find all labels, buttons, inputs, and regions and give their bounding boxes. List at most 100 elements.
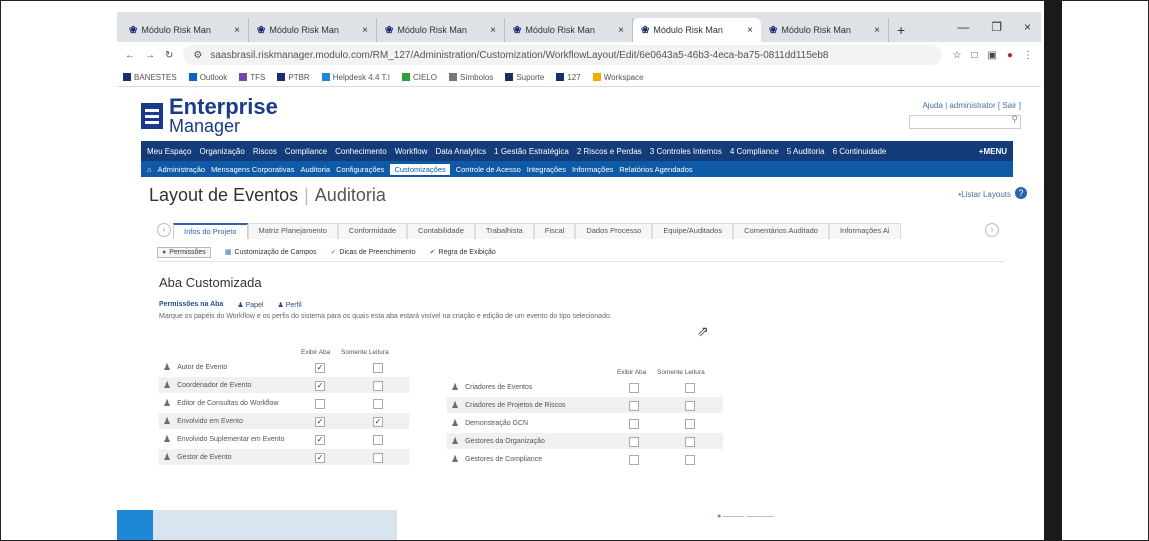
readonly-checkbox[interactable] — [685, 419, 695, 429]
subnav-item[interactable]: Auditoria — [300, 165, 330, 174]
search-input[interactable]: ⚲ — [909, 114, 1021, 129]
close-icon[interactable]: × — [618, 25, 624, 36]
bookmark[interactable]: Outlook — [188, 73, 227, 82]
readonly-checkbox[interactable] — [685, 437, 695, 447]
browser-tab[interactable]: ❀ Módulo Risk Man × — [505, 18, 633, 42]
readonly-checkbox[interactable] — [373, 381, 383, 391]
readonly-checkbox[interactable] — [373, 399, 383, 409]
exibir-checkbox[interactable] — [629, 419, 639, 429]
close-icon[interactable]: × — [362, 25, 368, 36]
help-icon[interactable]: ? — [1015, 187, 1027, 199]
tab-conformidade[interactable]: Conformidade — [337, 223, 408, 239]
menu-kebab-icon[interactable]: ⋮ — [1023, 50, 1033, 61]
list-layouts-link[interactable]: •Listar Layouts — [958, 190, 1011, 199]
close-window-icon[interactable]: × — [1024, 20, 1031, 34]
browser-tab[interactable]: ❀ Módulo Risk Man × — [761, 18, 889, 42]
nav-item[interactable]: 4 Compliance — [730, 147, 779, 156]
more-menu-button[interactable]: +MENU — [979, 147, 1013, 156]
exibir-checkbox[interactable] — [629, 401, 639, 411]
readonly-checkbox[interactable] — [685, 455, 695, 465]
exibir-checkbox[interactable]: ✓ — [315, 381, 325, 391]
enterprise-manager-logo[interactable]: Enterprise Manager — [141, 96, 278, 135]
exibir-checkbox[interactable] — [629, 383, 639, 393]
nav-item[interactable]: 3 Controles Internos — [650, 147, 722, 156]
tab-infos-projeto[interactable]: Infos do Projeto — [173, 223, 248, 239]
bookmark[interactable]: CIELO — [401, 73, 437, 82]
subnav-item[interactable]: Controle de Acesso — [456, 165, 521, 174]
star-icon[interactable]: ☆ — [952, 50, 961, 61]
search-icon[interactable]: ⚲ — [1011, 114, 1018, 125]
bookmark[interactable]: Workspace — [592, 73, 644, 82]
subnav-item[interactable]: Integrações — [527, 165, 566, 174]
fill-tips-button[interactable]: ✓ Dicas de Preenchimento — [331, 248, 416, 257]
help-logout-links[interactable]: Ajuda | administrator [ Sair ] — [922, 101, 1021, 110]
forward-icon[interactable]: → — [145, 50, 155, 61]
readonly-checkbox[interactable]: ✓ — [373, 417, 383, 427]
subnav-item[interactable]: Relatórios Agendados — [619, 165, 692, 174]
readonly-checkbox[interactable] — [685, 383, 695, 393]
close-icon[interactable]: × — [490, 25, 496, 36]
tab-contabilidade[interactable]: Contabilidade — [407, 223, 475, 239]
close-icon[interactable]: × — [234, 25, 240, 36]
close-icon[interactable]: × — [874, 25, 880, 36]
readonly-checkbox[interactable] — [373, 453, 383, 463]
subnav-item[interactable]: Informações — [572, 165, 613, 174]
minimize-icon[interactable]: — — [957, 20, 969, 34]
nav-item[interactable]: 2 Riscos e Perdas — [577, 147, 642, 156]
nav-item[interactable]: Data Analytics — [435, 147, 486, 156]
nav-item[interactable]: Compliance — [285, 147, 327, 156]
customize-fields-button[interactable]: ▦ Customização de Campos — [225, 248, 317, 257]
subnav-item[interactable]: Administração — [158, 165, 206, 174]
exibir-checkbox[interactable]: ✓ — [315, 453, 325, 463]
tab-dados-processo[interactable]: Dados Processo — [575, 223, 653, 239]
reload-icon[interactable]: ↻ — [165, 50, 173, 61]
browser-tab[interactable]: ❀ Módulo Risk Man × — [377, 18, 505, 42]
subnav-item[interactable]: Configurações — [336, 165, 384, 174]
nav-item[interactable]: 1 Gestão Estratégica — [494, 147, 569, 156]
nav-item[interactable]: Riscos — [253, 147, 277, 156]
subnav-item[interactable]: Mensagens Corporativas — [211, 165, 294, 174]
bookmark[interactable]: Helpdesk 4.4 T.I — [321, 73, 390, 82]
bookmark[interactable]: BANESTES — [123, 73, 177, 82]
browser-tab[interactable]: ❀ Módulo Risk Man × — [249, 18, 377, 42]
nav-item[interactable]: Conhecimento — [335, 147, 387, 156]
tab-informacoes[interactable]: Informações Ai — [828, 223, 901, 239]
readonly-checkbox[interactable] — [373, 435, 383, 445]
bookmark[interactable]: TFS — [239, 73, 265, 82]
bookmark[interactable]: Suporte — [505, 73, 544, 82]
url-field[interactable]: ⚙ saasbrasil.riskmanager.modulo.com/RM_1… — [183, 45, 943, 65]
exibir-checkbox[interactable] — [315, 399, 325, 409]
tab-matriz[interactable]: Matriz Planejamento — [247, 223, 338, 239]
tab-comentarios[interactable]: Comentários Auditado — [733, 223, 829, 239]
tab-fiscal[interactable]: Fiscal — [533, 223, 576, 239]
bookmark[interactable]: Símbolos — [448, 73, 493, 82]
exibir-checkbox[interactable] — [629, 455, 639, 465]
nav-item[interactable]: Organização — [199, 147, 244, 156]
nav-item[interactable]: Workflow — [395, 147, 428, 156]
readonly-checkbox[interactable] — [685, 401, 695, 411]
tab-equipe[interactable]: Equipe/Auditados — [652, 223, 734, 239]
tab-trabalhista[interactable]: Trabalhista — [474, 223, 534, 239]
extensions-icon[interactable]: □ — [971, 50, 977, 61]
nav-item[interactable]: 5 Auditoria — [787, 147, 825, 156]
permissions-button[interactable]: ● Permissões — [157, 246, 211, 258]
site-settings-icon[interactable]: ⚙ — [193, 50, 202, 61]
display-rule-button[interactable]: ✔ Regra de Exibição — [430, 248, 496, 257]
back-icon[interactable]: ← — [125, 50, 135, 61]
exibir-checkbox[interactable]: ✓ — [315, 417, 325, 427]
close-icon[interactable]: × — [747, 25, 753, 36]
subnav-item-selected[interactable]: Customizações — [390, 163, 450, 175]
home-icon[interactable]: ⌂ — [147, 165, 152, 174]
profile-avatar[interactable]: ● — [1007, 50, 1013, 61]
tabs-prev-icon[interactable]: ‹ — [157, 223, 171, 237]
nav-item[interactable]: Meu Espaço — [147, 147, 191, 156]
tabs-next-icon[interactable]: › — [985, 223, 999, 237]
readonly-checkbox[interactable] — [373, 363, 383, 373]
browser-tab[interactable]: ❀ Módulo Risk Man × — [121, 18, 249, 42]
bookmark[interactable]: PTBR — [277, 73, 310, 82]
exibir-checkbox[interactable]: ✓ — [315, 363, 325, 373]
sidepanel-icon[interactable]: ▣ — [988, 50, 997, 61]
nav-item[interactable]: 6 Continuidade — [833, 147, 887, 156]
bookmark[interactable]: 127 — [556, 73, 581, 82]
browser-tab-active[interactable]: ❀ Módulo Risk Man × — [633, 18, 761, 42]
